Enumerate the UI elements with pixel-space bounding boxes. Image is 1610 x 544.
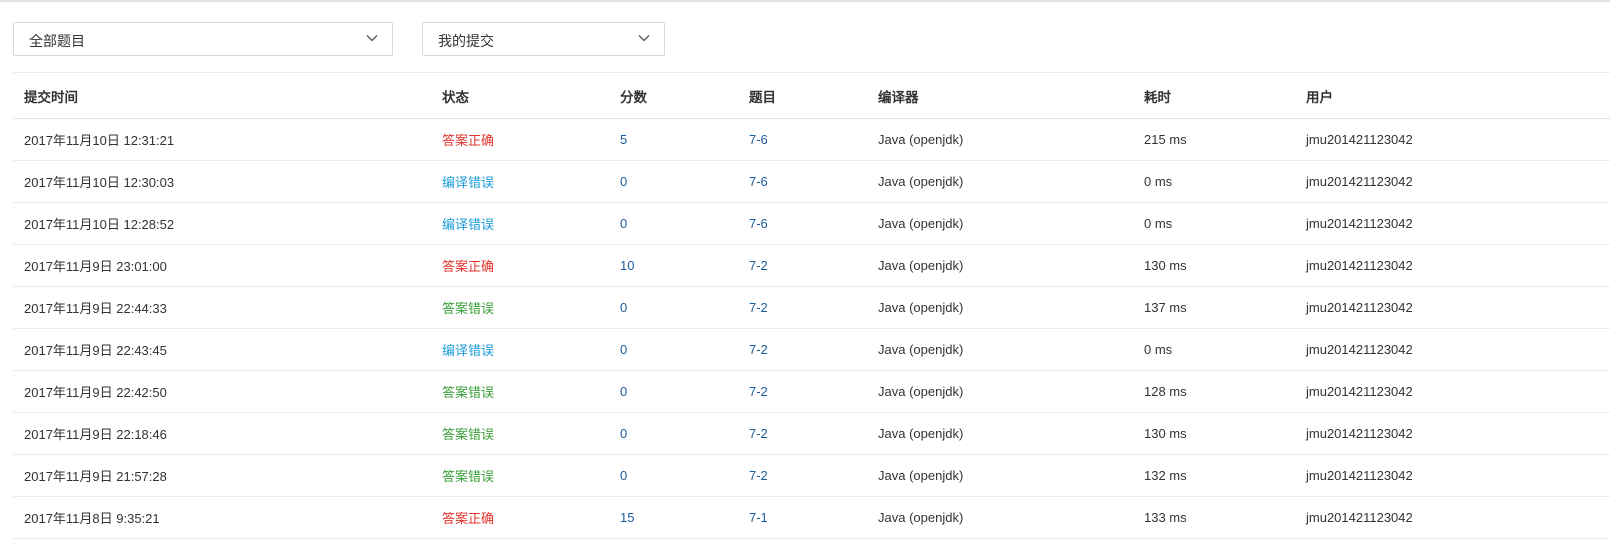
scope-filter-value: 我的提交 [438, 33, 494, 49]
problem-filter-value: 全部题目 [29, 33, 85, 49]
user-cell: jmu201421123042 [1295, 454, 1610, 497]
score-cell[interactable]: 0 [609, 286, 738, 329]
problem-link[interactable]: 7-1 [738, 496, 867, 539]
col-header-problem: 题目 [738, 73, 867, 119]
compiler-cell: Java (openjdk) [867, 496, 1133, 539]
status-cell[interactable]: 编译错误 [431, 160, 609, 203]
submit-time-cell: 2017年11月9日 22:44:33 [13, 286, 431, 329]
submit-time-cell: 2017年11月9日 23:01:00 [13, 244, 431, 287]
status-cell[interactable]: 答案正确 [431, 118, 609, 161]
col-header-status: 状态 [431, 73, 609, 119]
col-header-compiler: 编译器 [867, 73, 1133, 119]
problem-filter-select[interactable]: 全部题目 [13, 22, 393, 56]
compiler-cell: Java (openjdk) [867, 244, 1133, 287]
col-header-submit-time: 提交时间 [13, 73, 431, 119]
problem-link[interactable]: 7-6 [738, 160, 867, 203]
user-cell: jmu201421123042 [1295, 202, 1610, 245]
elapsed-cell: 0 ms [1133, 328, 1295, 371]
status-cell[interactable]: 答案错误 [431, 454, 609, 497]
elapsed-cell: 0 ms [1133, 160, 1295, 203]
elapsed-cell: 130 ms [1133, 412, 1295, 455]
user-cell: jmu201421123042 [1295, 496, 1610, 539]
elapsed-cell: 0 ms [1133, 202, 1295, 245]
status-cell[interactable]: 答案正确 [431, 496, 609, 539]
compiler-cell: Java (openjdk) [867, 202, 1133, 245]
elapsed-cell: 133 ms [1133, 496, 1295, 539]
elapsed-cell: 128 ms [1133, 370, 1295, 413]
problem-link[interactable]: 7-6 [738, 118, 867, 161]
status-cell[interactable]: 答案错误 [431, 412, 609, 455]
table-row: 2017年11月9日 22:43:45 编译错误 0 7-2 Java (openjdk… [13, 328, 1610, 371]
status-cell[interactable]: 答案正确 [431, 244, 609, 287]
compiler-cell: Java (openjdk) [867, 370, 1133, 413]
score-cell[interactable]: 0 [609, 160, 738, 203]
compiler-cell: Java (openjdk) [867, 454, 1133, 497]
elapsed-cell: 215 ms [1133, 118, 1295, 161]
status-cell[interactable]: 编译错误 [431, 202, 609, 245]
score-cell[interactable]: 5 [609, 118, 738, 161]
elapsed-cell: 130 ms [1133, 244, 1295, 287]
elapsed-cell: 137 ms [1133, 286, 1295, 329]
table-row: 2017年11月9日 22:44:33 答案错误 0 7-2 Java (openjdk… [13, 286, 1610, 329]
table-row: 2017年11月9日 21:57:28 答案错误 0 7-2 Java (openjdk… [13, 454, 1610, 497]
problem-link[interactable]: 7-2 [738, 412, 867, 455]
user-cell: jmu201421123042 [1295, 370, 1610, 413]
submit-time-cell: 2017年11月9日 22:42:50 [13, 370, 431, 413]
chevron-down-icon [366, 35, 378, 42]
problem-link[interactable]: 7-2 [738, 244, 867, 287]
table-row: 2017年11月10日 12:30:03 编译错误 0 7-6 Java (openjd… [13, 160, 1610, 203]
submit-time-cell: 2017年11月9日 22:43:45 [13, 328, 431, 371]
submissions-table: 提交时间 状态 分数 题目 编译器 耗时 用户 2017年11月10日 12:3… [13, 72, 1610, 539]
table-row: 2017年11月10日 12:31:21 答案正确 5 7-6 Java (openjd… [13, 118, 1610, 161]
user-cell: jmu201421123042 [1295, 118, 1610, 161]
score-cell[interactable]: 0 [609, 454, 738, 497]
compiler-cell: Java (openjdk) [867, 160, 1133, 203]
problem-link[interactable]: 7-2 [738, 454, 867, 497]
table-row: 2017年11月10日 12:28:52 编译错误 0 7-6 Java (openjd… [13, 202, 1610, 245]
submit-time-cell: 2017年11月10日 12:28:52 [13, 202, 431, 245]
table-row: 2017年11月9日 22:18:46 答案错误 0 7-2 Java (openjdk… [13, 412, 1610, 455]
user-cell: jmu201421123042 [1295, 160, 1610, 203]
submit-time-cell: 2017年11月9日 22:18:46 [13, 412, 431, 455]
problem-link[interactable]: 7-2 [738, 286, 867, 329]
user-cell: jmu201421123042 [1295, 412, 1610, 455]
score-cell[interactable]: 15 [609, 496, 738, 539]
score-cell[interactable]: 0 [609, 202, 738, 245]
top-divider [0, 0, 1610, 2]
submit-time-cell: 2017年11月8日 9:35:21 [13, 496, 431, 539]
compiler-cell: Java (openjdk) [867, 328, 1133, 371]
elapsed-cell: 132 ms [1133, 454, 1295, 497]
col-header-score: 分数 [609, 73, 738, 119]
status-cell[interactable]: 答案错误 [431, 370, 609, 413]
submit-time-cell: 2017年11月9日 21:57:28 [13, 454, 431, 497]
compiler-cell: Java (openjdk) [867, 118, 1133, 161]
table-row: 2017年11月9日 22:42:50 答案错误 0 7-2 Java (openjdk… [13, 370, 1610, 413]
table-row: 2017年11月9日 23:01:00 答案正确 10 7-2 Java (openjd… [13, 244, 1610, 287]
problem-link[interactable]: 7-2 [738, 370, 867, 413]
user-cell: jmu201421123042 [1295, 328, 1610, 371]
submit-time-cell: 2017年11月10日 12:31:21 [13, 118, 431, 161]
problem-link[interactable]: 7-6 [738, 202, 867, 245]
user-cell: jmu201421123042 [1295, 286, 1610, 329]
status-cell[interactable]: 编译错误 [431, 328, 609, 371]
problem-link[interactable]: 7-2 [738, 328, 867, 371]
user-cell: jmu201421123042 [1295, 244, 1610, 287]
table-row: 2017年11月8日 9:35:21 答案正确 15 7-1 Java (openjdk… [13, 496, 1610, 539]
status-cell[interactable]: 答案错误 [431, 286, 609, 329]
compiler-cell: Java (openjdk) [867, 286, 1133, 329]
score-cell[interactable]: 0 [609, 412, 738, 455]
score-cell[interactable]: 0 [609, 328, 738, 371]
col-header-user: 用户 [1295, 73, 1610, 119]
score-cell[interactable]: 10 [609, 244, 738, 287]
chevron-down-icon [638, 35, 650, 42]
submit-time-cell: 2017年11月10日 12:30:03 [13, 160, 431, 203]
table-header-row: 提交时间 状态 分数 题目 编译器 耗时 用户 [13, 73, 1610, 119]
col-header-elapsed: 耗时 [1133, 73, 1295, 119]
scope-filter-select[interactable]: 我的提交 [422, 22, 665, 56]
compiler-cell: Java (openjdk) [867, 412, 1133, 455]
score-cell[interactable]: 0 [609, 370, 738, 413]
